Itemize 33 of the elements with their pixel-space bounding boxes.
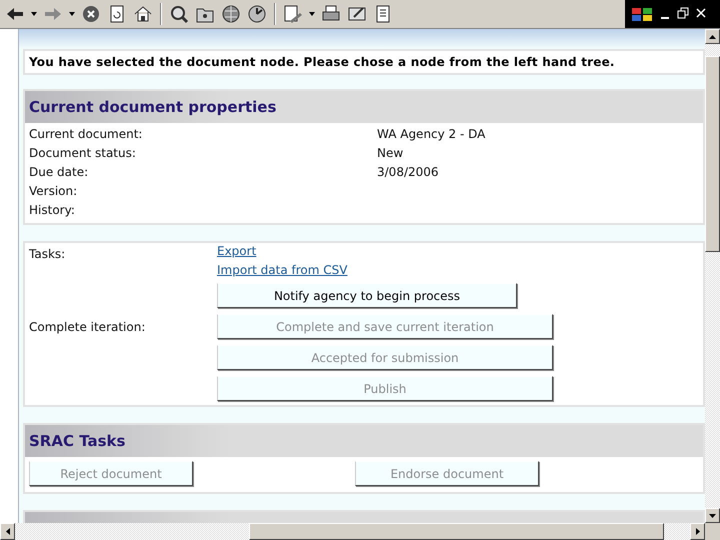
task-label: Tasks: [29, 246, 66, 263]
dropdown-arrow-icon[interactable] [30, 12, 38, 16]
scroll-right-icon[interactable] [690, 523, 705, 540]
property-label: Due date: [29, 164, 90, 181]
section-header: Current document properties [25, 91, 703, 123]
scroll-up-icon[interactable] [705, 29, 720, 44]
flag-logo-icon [631, 7, 653, 21]
task-link[interactable]: Import data from CSV [217, 264, 348, 277]
search-icon[interactable] [168, 3, 190, 25]
property-value: WA Agency 2 - DA [377, 126, 486, 143]
property-label: History: [29, 202, 76, 219]
property-label: Version: [29, 183, 78, 200]
horizontal-scrollbar-thumb[interactable] [249, 523, 664, 540]
stop-icon[interactable] [80, 3, 102, 25]
dropdown-arrow-icon[interactable] [308, 12, 316, 16]
task-label: Complete iteration: [29, 319, 146, 336]
scroll-left-icon[interactable] [0, 523, 15, 540]
scrollbar-corner [705, 523, 720, 540]
document-edit-icon[interactable] [282, 3, 304, 25]
globe-icon[interactable] [220, 3, 242, 25]
vertical-scrollbar-thumb[interactable] [705, 56, 720, 252]
restore-icon[interactable] [677, 7, 689, 21]
property-label: Document status: [29, 145, 137, 162]
task-link[interactable]: Export [217, 245, 256, 258]
task-button[interactable]: Notify agency to begin process [217, 283, 517, 308]
property-label: Current document: [29, 126, 144, 143]
property-value: 3/08/2006 [377, 164, 440, 181]
info-message: You have selected the document node. Please chose a node from the left hand tree. [23, 49, 705, 75]
scroll-down-icon[interactable] [705, 508, 720, 523]
property-value: New [377, 145, 404, 162]
clock-icon[interactable] [246, 3, 268, 25]
section-header: SRAC Tasks [25, 425, 703, 457]
dropdown-arrow-icon[interactable] [68, 12, 76, 16]
